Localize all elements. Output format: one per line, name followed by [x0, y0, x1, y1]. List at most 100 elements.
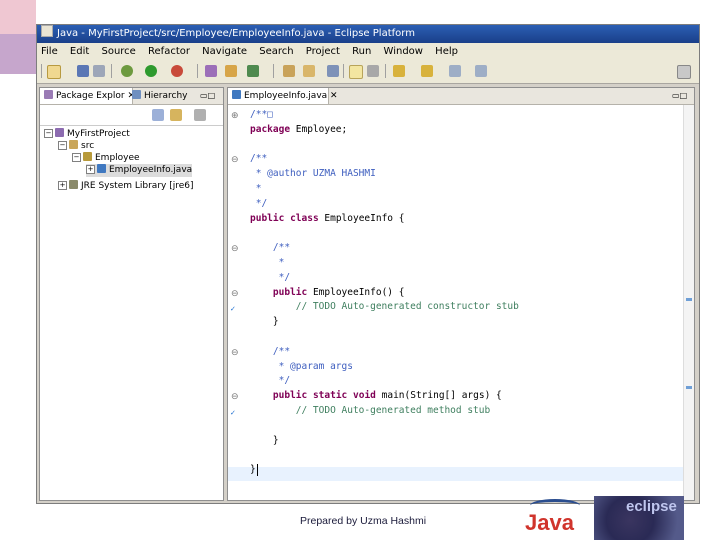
- code-line[interactable]: public EmployeeInfo() {: [250, 287, 405, 299]
- java-file-icon: [97, 164, 106, 173]
- new-icon[interactable]: [47, 65, 61, 79]
- code-line[interactable]: /**: [250, 346, 290, 358]
- collapse-fold-icon[interactable]: ⊖: [231, 244, 239, 254]
- debug-icon[interactable]: [121, 65, 133, 77]
- code-line[interactable]: }: [250, 316, 279, 328]
- project-icon: [55, 128, 64, 137]
- open-perspective-icon[interactable]: [677, 65, 691, 79]
- menu-navigate[interactable]: Navigate: [202, 46, 247, 57]
- collapse-toggle-icon[interactable]: −: [44, 129, 53, 138]
- next-annotation-icon[interactable]: [393, 65, 405, 77]
- code-line[interactable]: * @author UZMA HASHMI: [250, 168, 376, 180]
- toggle-mark-occurrences-icon[interactable]: [349, 65, 363, 79]
- code-line[interactable]: */: [250, 272, 290, 284]
- task-checkmark-icon[interactable]: ✓: [230, 409, 238, 417]
- open-task-icon[interactable]: [303, 65, 315, 77]
- back-icon[interactable]: [449, 65, 461, 77]
- tab-hierarchy[interactable]: Hierarchy: [128, 88, 202, 104]
- slide-decoration-pink: [0, 0, 36, 34]
- new-package-icon[interactable]: [225, 65, 237, 77]
- menu-window[interactable]: Window: [384, 46, 423, 57]
- code-line[interactable]: /**: [250, 242, 290, 254]
- menu-bar: File Edit Source Refactor Navigate Searc…: [37, 43, 699, 60]
- expand-toggle-icon[interactable]: +: [58, 181, 67, 190]
- eclipse-logo: eclipse: [626, 498, 677, 515]
- task-marker[interactable]: [686, 298, 692, 301]
- editor-window-controls: ▭□: [668, 88, 698, 104]
- code-line[interactable]: *: [250, 257, 285, 269]
- tab-employeeinfo-java[interactable]: EmployeeInfo.java ✕: [228, 88, 338, 104]
- run-icon[interactable]: [145, 65, 157, 77]
- code-line[interactable]: * @param args: [250, 361, 353, 373]
- java-file-icon: [232, 90, 241, 99]
- print-icon[interactable]: [93, 65, 105, 77]
- code-line[interactable]: /**: [250, 153, 267, 165]
- minimize-icon[interactable]: ▭: [200, 91, 208, 100]
- code-line[interactable]: *: [250, 183, 262, 195]
- close-icon[interactable]: ✕: [330, 91, 338, 101]
- code-line[interactable]: // TODO Auto-generated constructor stub: [250, 301, 519, 313]
- collapse-toggle-icon[interactable]: −: [58, 141, 67, 150]
- external-tools-icon[interactable]: [171, 65, 183, 77]
- code-line[interactable]: */: [250, 375, 290, 387]
- slide-credit: Prepared by Uzma Hashmi: [300, 515, 427, 527]
- menu-run[interactable]: Run: [352, 46, 371, 57]
- maximize-icon[interactable]: □: [208, 91, 216, 100]
- code-line[interactable]: public static void main(String[] args) {: [250, 390, 502, 402]
- window-titlebar: Java - MyFirstProject/src/Employee/Emplo…: [37, 25, 699, 43]
- link-with-editor-icon[interactable]: [170, 109, 182, 121]
- overview-ruler[interactable]: [683, 105, 694, 500]
- package-icon: [83, 152, 92, 161]
- code-line[interactable]: }: [250, 464, 256, 476]
- forward-icon[interactable]: [475, 65, 487, 77]
- toolbar-separator: [111, 64, 112, 78]
- tree-item-java-file[interactable]: + EmployeeInfo.java: [86, 164, 193, 177]
- menu-edit[interactable]: Edit: [70, 46, 89, 57]
- search-icon[interactable]: [327, 65, 339, 77]
- code-line[interactable]: /**□: [250, 109, 273, 121]
- toolbar-separator: [385, 64, 386, 78]
- collapse-all-icon[interactable]: [152, 109, 164, 121]
- view-window-controls: ▭□: [196, 88, 226, 104]
- view-menu-icon[interactable]: [194, 109, 206, 121]
- collapse-toggle-icon[interactable]: −: [72, 153, 81, 162]
- expand-fold-icon[interactable]: ⊕: [231, 111, 239, 121]
- java-editor-view: EmployeeInfo.java ✕ ▭□ /**□ package Emplo…: [227, 87, 695, 501]
- library-icon: [69, 180, 78, 189]
- toolbar-separator: [343, 64, 344, 78]
- collapse-fold-icon[interactable]: ⊖: [231, 155, 239, 165]
- menu-refactor[interactable]: Refactor: [148, 46, 190, 57]
- menu-source[interactable]: Source: [101, 46, 135, 57]
- task-checkmark-icon[interactable]: ✓: [230, 305, 238, 313]
- new-class-icon[interactable]: [247, 65, 259, 77]
- collapse-fold-icon[interactable]: ⊖: [231, 392, 239, 402]
- code-line[interactable]: package Employee;: [250, 124, 347, 136]
- tree-item-jre-library[interactable]: + JRE System Library [jre6]: [58, 180, 194, 193]
- code-line[interactable]: }: [250, 435, 279, 447]
- toolbar-separator: [41, 64, 42, 78]
- code-line[interactable]: public class EmployeeInfo {: [250, 213, 404, 225]
- code-line[interactable]: // TODO Auto-generated method stub: [250, 405, 490, 417]
- menu-search[interactable]: Search: [259, 46, 293, 57]
- open-type-icon[interactable]: [283, 65, 295, 77]
- new-java-project-icon[interactable]: [205, 65, 217, 77]
- minimize-icon[interactable]: ▭: [672, 91, 680, 100]
- collapse-fold-icon[interactable]: ⊖: [231, 289, 239, 299]
- expand-toggle-icon[interactable]: +: [86, 165, 95, 174]
- menu-help[interactable]: Help: [435, 46, 458, 57]
- menu-project[interactable]: Project: [306, 46, 340, 57]
- toolbar-separator: [197, 64, 198, 78]
- previous-annotation-icon[interactable]: [421, 65, 433, 77]
- collapse-fold-icon[interactable]: ⊖: [231, 348, 239, 358]
- main-toolbar: [37, 60, 699, 84]
- package-explorer-tabbar: Package Explor ✕ Hierarchy ▭□: [40, 88, 223, 105]
- maximize-icon[interactable]: □: [680, 91, 688, 100]
- tab-package-explorer[interactable]: Package Explor ✕: [40, 88, 135, 104]
- save-icon[interactable]: [77, 65, 89, 77]
- show-whitespace-icon[interactable]: [367, 65, 379, 77]
- task-marker[interactable]: [686, 386, 692, 389]
- window-title: Java - MyFirstProject/src/Employee/Emplo…: [57, 28, 415, 39]
- code-area[interactable]: /**□ package Employee; /** * @author UZMA …: [242, 105, 682, 500]
- menu-file[interactable]: File: [41, 46, 58, 57]
- code-line[interactable]: */: [250, 198, 267, 210]
